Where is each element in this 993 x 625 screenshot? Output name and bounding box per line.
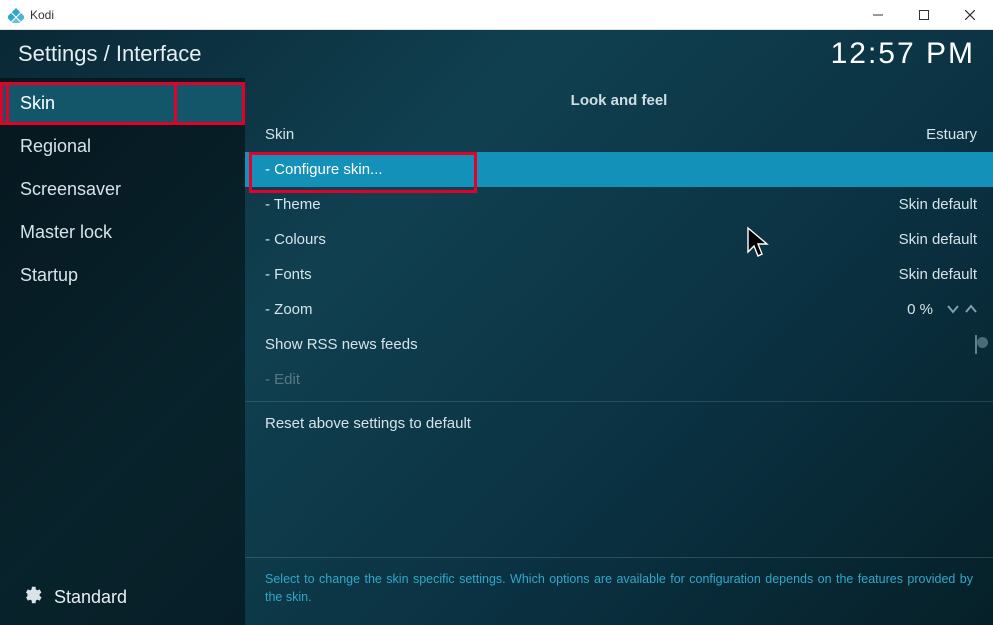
setting-label: Skin bbox=[265, 126, 294, 143]
maximize-button[interactable] bbox=[901, 0, 947, 30]
chevron-up-icon[interactable] bbox=[965, 303, 977, 317]
setting-label: Show RSS news feeds bbox=[265, 336, 418, 353]
chevron-down-icon[interactable] bbox=[947, 303, 959, 317]
header: Settings / Interface 12:57 PM bbox=[0, 30, 993, 78]
setting-skin[interactable]: Skin Estuary bbox=[245, 117, 993, 152]
breadcrumb: Settings / Interface bbox=[18, 41, 201, 67]
kodi-logo-icon bbox=[8, 7, 24, 23]
sidebar-item-label: Screensaver bbox=[20, 179, 121, 200]
close-button[interactable] bbox=[947, 0, 993, 30]
setting-label: Reset above settings to default bbox=[265, 415, 471, 432]
body: Skin Regional Screensaver Master lock St… bbox=[0, 78, 993, 625]
sidebar: Skin Regional Screensaver Master lock St… bbox=[0, 78, 245, 625]
sidebar-item-master-lock[interactable]: Master lock bbox=[0, 211, 245, 254]
setting-zoom[interactable]: - Zoom 0 % bbox=[245, 292, 993, 327]
setting-reset[interactable]: Reset above settings to default bbox=[245, 406, 993, 441]
setting-label: - Zoom bbox=[265, 301, 313, 318]
sidebar-item-startup[interactable]: Startup bbox=[0, 254, 245, 297]
toggle-wrap bbox=[975, 336, 977, 353]
setting-value: Estuary bbox=[926, 126, 977, 143]
setting-value: Skin default bbox=[899, 266, 977, 283]
main: Look and feel Skin Estuary - Configure s… bbox=[245, 78, 993, 625]
setting-colours[interactable]: - Colours Skin default bbox=[245, 222, 993, 257]
setting-label: - Fonts bbox=[265, 266, 312, 283]
window: Kodi Settings / Interface 12:57 PM Skin bbox=[0, 0, 993, 625]
sidebar-item-label: Startup bbox=[20, 265, 78, 286]
minimize-button[interactable] bbox=[855, 0, 901, 30]
titlebar-title: Kodi bbox=[30, 8, 54, 22]
section-title: Look and feel bbox=[245, 78, 993, 117]
sidebar-item-label: Skin bbox=[20, 93, 55, 114]
setting-label: - Edit bbox=[265, 371, 300, 388]
sidebar-item-label: Regional bbox=[20, 136, 91, 157]
sidebar-item-regional[interactable]: Regional bbox=[0, 125, 245, 168]
setting-theme[interactable]: - Theme Skin default bbox=[245, 187, 993, 222]
setting-label: - Colours bbox=[265, 231, 326, 248]
settings-level-label: Standard bbox=[54, 587, 127, 608]
settings-rows: Skin Estuary - Configure skin... - Theme… bbox=[245, 117, 993, 441]
setting-fonts[interactable]: - Fonts Skin default bbox=[245, 257, 993, 292]
settings-level-button[interactable]: Standard bbox=[0, 569, 245, 625]
setting-value: Skin default bbox=[899, 231, 977, 248]
setting-rss[interactable]: Show RSS news feeds bbox=[245, 327, 993, 362]
setting-label: - Theme bbox=[265, 196, 321, 213]
sidebar-item-screensaver[interactable]: Screensaver bbox=[0, 168, 245, 211]
sidebar-item-label: Master lock bbox=[20, 222, 112, 243]
spinner: 0 % bbox=[907, 301, 977, 318]
titlebar-controls bbox=[855, 0, 993, 30]
setting-description: Select to change the skin specific setti… bbox=[245, 557, 993, 625]
setting-edit: - Edit bbox=[245, 362, 993, 397]
setting-value: 0 % bbox=[907, 301, 933, 318]
gear-icon bbox=[20, 584, 42, 611]
app: Settings / Interface 12:57 PM Skin Regio… bbox=[0, 30, 993, 625]
toggle-icon[interactable] bbox=[975, 335, 977, 354]
divider bbox=[245, 401, 993, 402]
clock: 12:57 PM bbox=[831, 37, 975, 71]
setting-label: - Configure skin... bbox=[265, 161, 383, 178]
setting-value: Skin default bbox=[899, 196, 977, 213]
setting-configure-skin[interactable]: - Configure skin... bbox=[245, 152, 993, 187]
sidebar-item-skin[interactable]: Skin bbox=[0, 82, 245, 125]
titlebar: Kodi bbox=[0, 0, 993, 30]
